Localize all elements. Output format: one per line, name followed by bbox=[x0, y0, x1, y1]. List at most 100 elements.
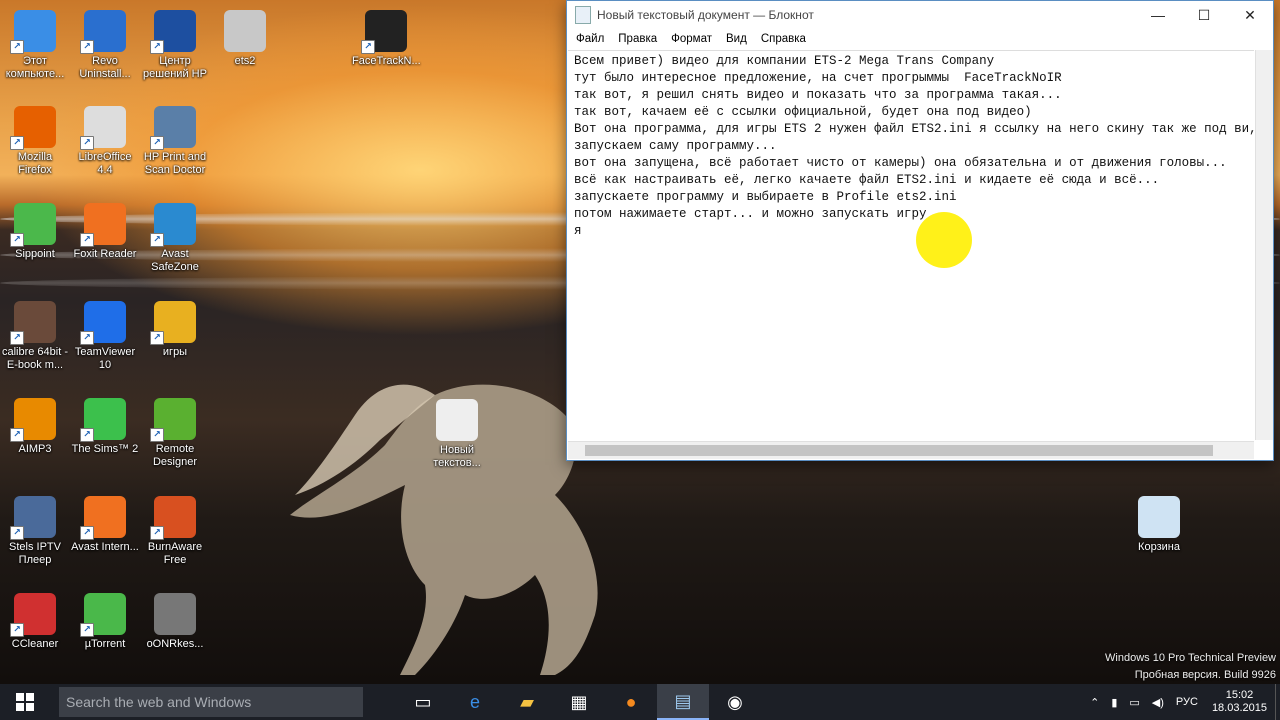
notepad-taskbar-icon[interactable]: ▤ bbox=[657, 684, 709, 720]
desktop-shortcut-label: Sippoint bbox=[15, 248, 55, 260]
close-button[interactable]: ✕ bbox=[1227, 1, 1273, 29]
shortcut-arrow-icon: ↗ bbox=[10, 136, 24, 150]
file-explorer-icon[interactable]: ▰ bbox=[501, 684, 553, 720]
menu-format[interactable]: Формат bbox=[664, 33, 719, 45]
shortcut-arrow-icon: ↗ bbox=[80, 331, 94, 345]
shortcut-arrow-icon: ↗ bbox=[80, 428, 94, 442]
maximize-button[interactable]: ☐ bbox=[1181, 1, 1227, 29]
desktop-shortcut[interactable]: ↗ Центр решений HP bbox=[141, 10, 209, 81]
volume-icon[interactable]: ◀) bbox=[1146, 696, 1170, 709]
desktop-shortcut[interactable]: ↗ Avast SafeZone bbox=[141, 203, 209, 274]
sims-icon: ↗ bbox=[80, 398, 126, 442]
desktop-shortcut[interactable]: ↗ Avast Intern... bbox=[71, 496, 139, 554]
scrollbar-thumb[interactable] bbox=[585, 445, 1213, 456]
desktop-shortcut[interactable]: ↗ Sippoint bbox=[1, 203, 69, 261]
ccleaner-icon: ↗ bbox=[10, 593, 56, 637]
shortcut-arrow-icon: ↗ bbox=[80, 136, 94, 150]
desktop-shortcut-label: Этот компьюте... bbox=[5, 55, 65, 80]
text-line: так вот, качаем её с ссылки официальной,… bbox=[574, 105, 1032, 119]
desktop-shortcut[interactable]: Корзина bbox=[1125, 496, 1193, 554]
sippoint-icon: ↗ bbox=[10, 203, 56, 247]
clock[interactable]: 15:02 18.03.2015 bbox=[1204, 689, 1275, 715]
iptv-icon: ↗ bbox=[10, 496, 56, 540]
desktop-shortcut[interactable]: ↗ µTorrent bbox=[71, 593, 139, 651]
desktop-shortcut[interactable]: ↗ игры bbox=[141, 301, 209, 359]
vertical-scrollbar[interactable] bbox=[1255, 50, 1273, 440]
menu-view[interactable]: Вид bbox=[719, 33, 754, 45]
text-line: Всем привет) видео для компании ETS-2 Me… bbox=[574, 54, 995, 68]
desktop-shortcut[interactable]: Новый текстов... bbox=[423, 399, 491, 470]
desktop-shortcut[interactable]: ↗ Этот компьюте... bbox=[1, 10, 69, 81]
hp-print-icon: ↗ bbox=[150, 106, 196, 150]
desktop-shortcut-label: The Sims™ 2 bbox=[71, 443, 139, 455]
desktop-shortcut[interactable]: ↗ LibreOffice 4.4 bbox=[71, 106, 139, 177]
text-line: тут было интересное предложение, на счет… bbox=[574, 71, 1062, 85]
cursor-highlight bbox=[916, 212, 972, 268]
text-line: вот она запущена, всё работает чисто от … bbox=[574, 156, 1227, 170]
desktop-shortcut-label: Avast Intern... bbox=[71, 541, 139, 553]
shortcut-arrow-icon: ↗ bbox=[10, 40, 24, 54]
desktop-shortcut-label: TeamViewer 10 bbox=[74, 346, 136, 371]
desktop-shortcut-label: Mozilla Firefox bbox=[17, 151, 53, 176]
search-box[interactable]: Search the web and Windows bbox=[59, 687, 363, 717]
watermark-line1: Windows 10 Pro Technical Preview bbox=[1105, 652, 1276, 664]
notepad-icon bbox=[575, 6, 591, 24]
desktop-shortcut[interactable]: ↗ The Sims™ 2 bbox=[71, 398, 139, 456]
desktop-shortcut[interactable]: ↗ CCleaner bbox=[1, 593, 69, 651]
battery-icon[interactable]: ▭ bbox=[1123, 696, 1145, 709]
desktop-shortcut-label: µTorrent bbox=[84, 638, 126, 650]
firefox-taskbar-icon[interactable]: ● bbox=[605, 684, 657, 720]
menu-file[interactable]: Файл bbox=[569, 33, 611, 45]
desktop-shortcut[interactable]: ↗ Remote Designer bbox=[141, 398, 209, 469]
minimize-button[interactable]: — bbox=[1135, 1, 1181, 29]
store-icon[interactable]: ▦ bbox=[553, 684, 605, 720]
clock-date: 18.03.2015 bbox=[1211, 702, 1267, 714]
desktop-shortcut-label: CCleaner bbox=[11, 638, 59, 650]
desktop-shortcut[interactable]: ↗ Stels IPTV Плеер bbox=[1, 496, 69, 567]
shortcut-arrow-icon: ↗ bbox=[10, 233, 24, 247]
desktop-shortcut[interactable]: ↗ Foxit Reader bbox=[71, 203, 139, 261]
desktop-shortcut[interactable]: ↗ Revo Uninstall... bbox=[71, 10, 139, 81]
desktop-shortcut[interactable]: ↗ calibre 64bit - E-book m... bbox=[1, 301, 69, 372]
desktop-shortcut[interactable]: ↗ FaceTrackN... bbox=[352, 10, 421, 68]
internet-explorer-icon[interactable]: e bbox=[449, 684, 501, 720]
menu-edit[interactable]: Правка bbox=[611, 33, 664, 45]
shortcut-arrow-icon: ↗ bbox=[150, 233, 164, 247]
desktop-shortcut[interactable]: ↗ HP Print and Scan Doctor bbox=[141, 106, 209, 177]
language-indicator[interactable]: РУС bbox=[1170, 696, 1204, 708]
desktop-shortcut-label: oONRkes... bbox=[146, 638, 204, 650]
desktop-shortcut-label: Foxit Reader bbox=[73, 248, 137, 260]
text-line: так вот, я решил снять видео и показать … bbox=[574, 88, 1062, 102]
desktop-shortcut[interactable]: ets2 bbox=[211, 10, 279, 68]
desktop-shortcut[interactable]: ↗ Mozilla Firefox bbox=[1, 106, 69, 177]
horizontal-scrollbar[interactable] bbox=[568, 441, 1254, 459]
avast-safezone-icon: ↗ bbox=[150, 203, 196, 247]
title-bar[interactable]: Новый текстовый документ — Блокнот — ☐ ✕ bbox=[567, 1, 1273, 29]
desktop-shortcut-label: calibre 64bit - E-book m... bbox=[1, 346, 69, 371]
task-view-button[interactable]: ▭ bbox=[397, 684, 449, 720]
desktop-shortcut[interactable]: ↗ BurnAware Free bbox=[141, 496, 209, 567]
shortcut-arrow-icon: ↗ bbox=[150, 526, 164, 540]
network-icon[interactable]: ▮ bbox=[1105, 696, 1123, 709]
facetrack-taskbar-icon[interactable]: ◉ bbox=[709, 684, 761, 720]
shortcut-arrow-icon: ↗ bbox=[80, 623, 94, 637]
desktop-shortcut-label: FaceTrackN... bbox=[352, 55, 421, 67]
desktop-shortcut[interactable]: ↗ AIMP3 bbox=[1, 398, 69, 456]
text-line: запускаете программу и выбираете в Profi… bbox=[574, 190, 957, 204]
chevron-up-icon[interactable]: ⌃ bbox=[1084, 696, 1105, 709]
text-editor[interactable]: Всем привет) видео для компании ETS-2 Me… bbox=[568, 50, 1254, 440]
desktop-shortcut[interactable]: ↗ TeamViewer 10 bbox=[71, 301, 139, 372]
start-button[interactable] bbox=[0, 684, 50, 720]
menu-help[interactable]: Справка bbox=[754, 33, 813, 45]
shortcut-arrow-icon: ↗ bbox=[10, 623, 24, 637]
desktop-shortcut[interactable]: oONRkes... bbox=[141, 593, 209, 651]
clock-time: 15:02 bbox=[1225, 689, 1254, 701]
desktop-shortcut-label: ets2 bbox=[234, 55, 256, 67]
teamviewer-icon: ↗ bbox=[80, 301, 126, 345]
windows-watermark: Windows 10 Pro Technical Preview Пробная… bbox=[1105, 650, 1276, 684]
show-desktop-button[interactable] bbox=[1275, 684, 1280, 720]
desktop-shortcut-label: HP Print and Scan Doctor bbox=[143, 151, 207, 176]
shortcut-arrow-icon: ↗ bbox=[150, 40, 164, 54]
avast-icon: ↗ bbox=[80, 496, 126, 540]
photo-icon bbox=[154, 593, 196, 635]
